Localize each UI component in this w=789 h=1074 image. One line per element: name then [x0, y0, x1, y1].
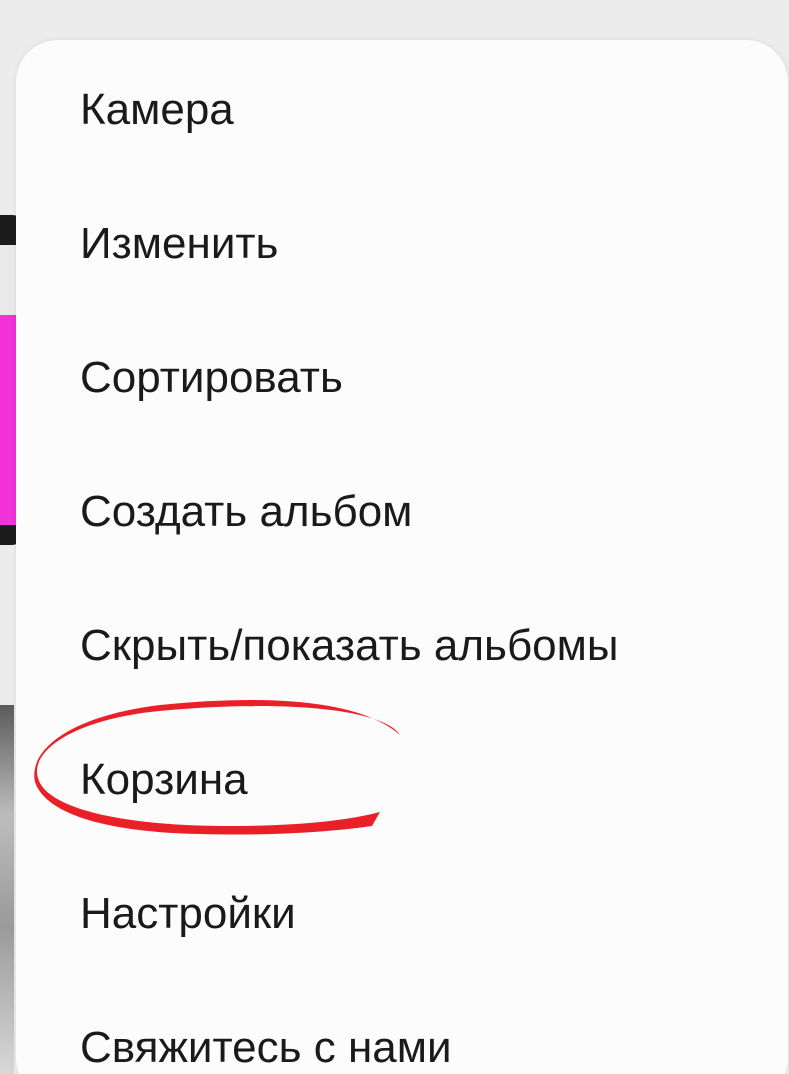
- menu-item-settings[interactable]: Настройки: [80, 874, 296, 954]
- album-thumbnail[interactable]: [0, 705, 14, 1074]
- menu-item-camera[interactable]: Камера: [80, 70, 234, 150]
- menu-item-create-album[interactable]: Создать альбом: [80, 472, 412, 552]
- overflow-menu: Камера Изменить Сортировать Создать альб…: [16, 40, 788, 1074]
- menu-item-sort[interactable]: Сортировать: [80, 338, 343, 418]
- menu-item-hide-show-albums[interactable]: Скрыть/показать альбомы: [80, 606, 619, 686]
- menu-item-trash[interactable]: Корзина: [80, 740, 248, 820]
- menu-item-edit[interactable]: Изменить: [80, 204, 278, 284]
- menu-item-contact-us[interactable]: Свяжитесь с нами: [80, 1008, 452, 1074]
